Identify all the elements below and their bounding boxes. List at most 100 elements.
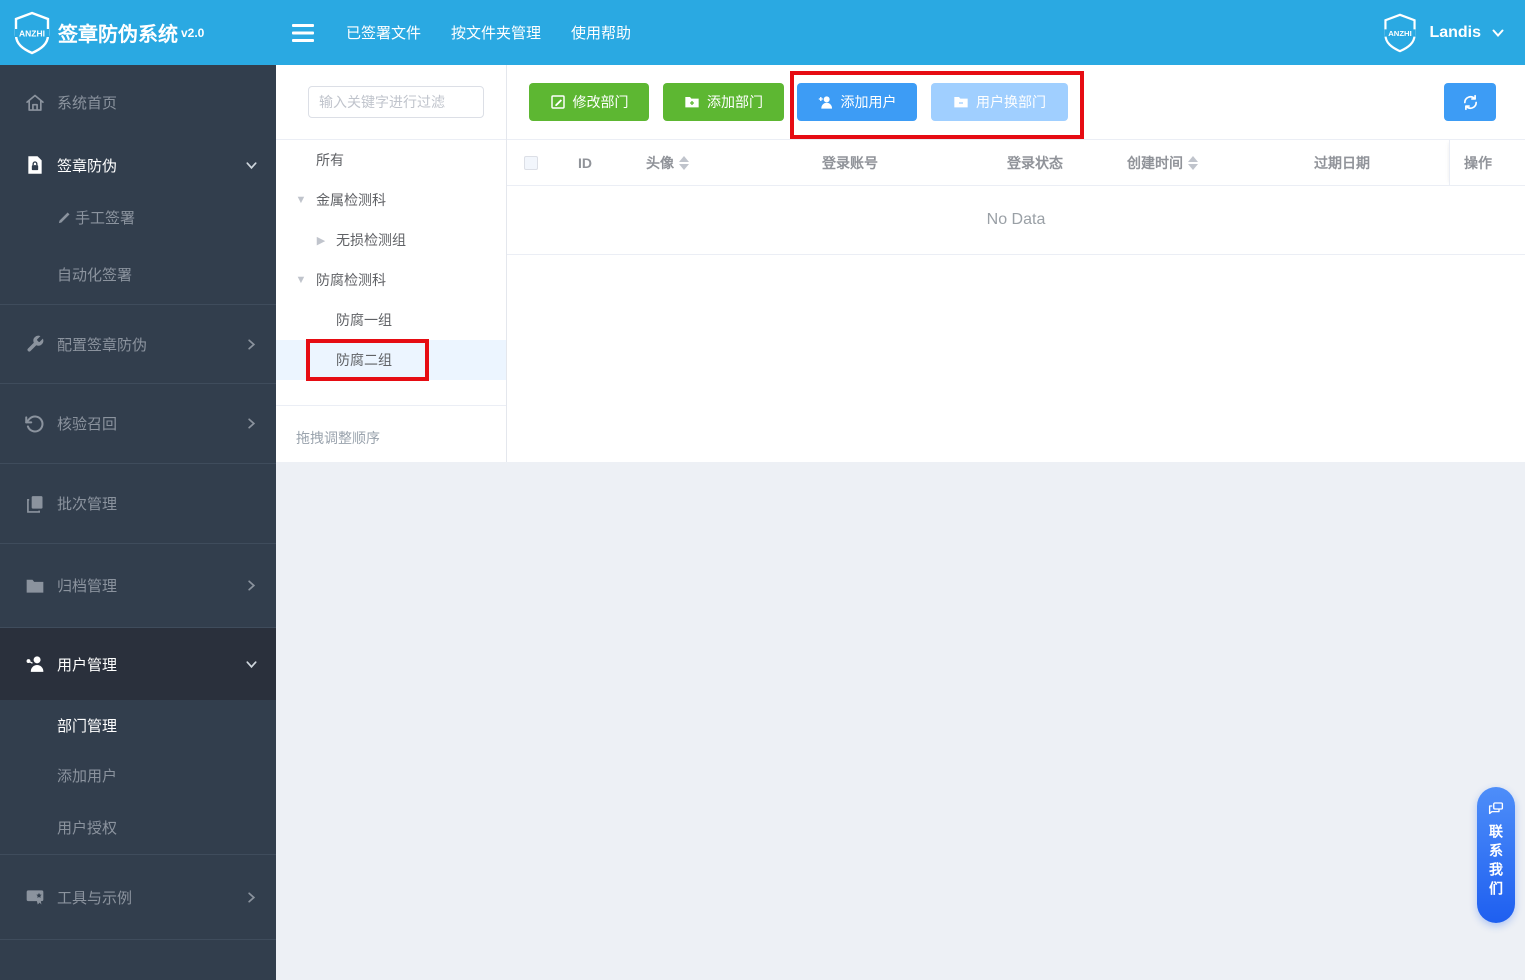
tree-node-label: 防腐检测科	[316, 272, 386, 288]
tree-node-all[interactable]: 所有	[276, 140, 506, 180]
undo-icon	[25, 415, 44, 432]
refresh-button[interactable]	[1444, 83, 1496, 121]
button-label: 添加部门	[707, 94, 763, 110]
sidebar-item-verify-recall[interactable]: 核验召回	[0, 384, 276, 464]
sidebar-item-batch-management[interactable]: 批次管理	[0, 464, 276, 544]
user-menu[interactable]: ANZHI Landis	[1381, 13, 1525, 53]
sidebar-item-label: 自动化签署	[57, 266, 133, 284]
caret-expanded-icon[interactable]: ▼	[293, 194, 309, 206]
column-header-actions: 操作	[1449, 140, 1506, 185]
avatar: ANZHI	[1384, 13, 1417, 52]
add-department-button[interactable]: 添加部门	[663, 83, 784, 121]
wrench-icon	[27, 335, 44, 352]
chevron-right-icon	[248, 891, 256, 903]
sidebar-item-label: 用户管理	[57, 656, 118, 674]
badge-icon	[26, 890, 44, 905]
chat-bubble-icon	[1488, 802, 1504, 815]
department-tree-panel: 所有 ▼ 金属检测科 ▶ 无损检测组 ▼ 防腐检测科 防腐一组 防腐二组 拖拽调…	[276, 65, 507, 462]
sidebar-item-label: 工具与示例	[57, 889, 133, 907]
header-filler	[1506, 140, 1525, 185]
contact-us-button[interactable]: 联系我们	[1477, 787, 1515, 923]
sidebar-item-label: 配置签章防伪	[57, 336, 148, 354]
edit-department-button[interactable]: 修改部门	[529, 83, 649, 121]
sidebar-item-tools-examples[interactable]: 工具与示例	[0, 855, 276, 940]
column-header-avatar[interactable]: 头像	[615, 140, 720, 185]
tree-node-ndt-group[interactable]: ▶ 无损检测组	[276, 220, 506, 260]
tree-node-anticorrosion-group1[interactable]: 防腐一组	[276, 300, 506, 340]
button-label: 修改部门	[572, 94, 629, 110]
sidebar-item-label: 批次管理	[57, 496, 118, 513]
chevron-down-icon	[1492, 29, 1504, 37]
tree-node-label: 防腐一组	[336, 312, 392, 328]
home-icon	[26, 94, 44, 111]
column-label: 登录账号	[822, 154, 878, 171]
brand-shield-icon: ANZHI	[14, 11, 50, 54]
hamburger-menu-icon[interactable]	[292, 23, 314, 42]
contact-us-label: 联系我们	[1488, 824, 1504, 900]
column-header-id: ID	[555, 140, 615, 185]
column-header-expire-date: 过期日期	[1235, 140, 1449, 185]
sidebar-item-department-management[interactable]: 部门管理	[0, 700, 276, 750]
column-label: ID	[578, 154, 592, 171]
tree-node-metal-dept[interactable]: ▼ 金属检测科	[276, 180, 506, 220]
sort-caret-icon[interactable]	[1188, 155, 1198, 170]
sidebar-item-label: 签章防伪	[57, 157, 118, 175]
column-header-login-status: 登录状态	[980, 140, 1090, 185]
sort-caret-icon[interactable]	[679, 155, 689, 170]
sidebar-item-label: 添加用户	[57, 767, 118, 785]
sidebar-item-label: 系统首页	[57, 95, 118, 112]
app-version: v2.0	[181, 25, 205, 40]
chevron-right-icon	[248, 418, 256, 429]
column-label: 头像	[646, 154, 674, 171]
sidebar-item-label: 手工签署	[75, 209, 136, 227]
folder-icon	[26, 579, 44, 593]
no-data-text: No Data	[986, 211, 1046, 228]
tree-node-label: 所有	[316, 152, 344, 168]
sidebar-item-label: 归档管理	[57, 578, 118, 595]
column-label: 创建时间	[1127, 154, 1183, 171]
select-all-checkbox[interactable]	[524, 155, 538, 170]
sidebar-item-archive-management[interactable]: 归档管理	[0, 544, 276, 628]
sidebar-item-user-authorization[interactable]: 用户授权	[0, 800, 276, 855]
nav-folder-management[interactable]: 按文件夹管理	[451, 22, 541, 43]
column-header-created-time[interactable]: 创建时间	[1090, 140, 1235, 185]
top-nav: 已签署文件 按文件夹管理 使用帮助	[346, 22, 631, 43]
sidebar-item-config-antifake[interactable]: 配置签章防伪	[0, 305, 276, 384]
sidebar-item-label: 核验召回	[57, 416, 118, 433]
column-label: 过期日期	[1314, 154, 1370, 171]
caret-collapsed-icon[interactable]: ▶	[313, 234, 329, 247]
sidebar-item-user-management[interactable]: 用户管理	[0, 628, 276, 700]
chevron-down-icon	[246, 660, 257, 668]
svg-text:ANZHI: ANZHI	[1389, 29, 1413, 38]
document-lock-icon	[28, 156, 42, 174]
sidebar-item-auto-sign[interactable]: 自动化签署	[0, 244, 276, 305]
column-label: 操作	[1464, 154, 1492, 171]
tree-filter-input[interactable]	[308, 86, 484, 118]
column-header-account: 登录账号	[720, 140, 980, 185]
chevron-right-icon	[248, 580, 256, 591]
edit-square-icon	[550, 95, 565, 109]
sidebar-item-seal-antifake[interactable]: 签章防伪	[0, 140, 276, 190]
chevron-down-icon	[246, 161, 257, 169]
annotation-box-selected-group	[306, 339, 429, 381]
user-key-icon	[26, 656, 44, 672]
topbar: ANZHI 签章防伪系统 v2.0 已签署文件 按文件夹管理 使用帮助 ANZH…	[0, 0, 1525, 65]
tree-node-anticorrosion-dept[interactable]: ▼ 防腐检测科	[276, 260, 506, 300]
nav-help[interactable]: 使用帮助	[571, 22, 631, 43]
annotation-box-user-buttons	[790, 71, 1084, 139]
sidebar: 系统首页 签章防伪 手工签署 自动化签署 配置签章防伪 核验召回 批次管理 归档…	[0, 65, 276, 980]
sidebar-item-add-user[interactable]: 添加用户	[0, 750, 276, 800]
nav-signed-files[interactable]: 已签署文件	[346, 22, 421, 43]
chevron-right-icon	[248, 338, 256, 350]
sidebar-item-home[interactable]: 系统首页	[0, 65, 276, 140]
copy-pages-icon	[27, 495, 43, 513]
app-title: 签章防伪系统	[58, 24, 178, 46]
caret-expanded-icon[interactable]: ▼	[293, 274, 309, 286]
folder-plus-icon	[685, 97, 699, 108]
tree-node-label: 无损检测组	[336, 232, 406, 248]
tree-filter-area	[276, 65, 506, 140]
tree-node-label: 金属检测科	[316, 192, 386, 208]
select-all-cell	[507, 140, 555, 185]
brand-text: ANZHI	[19, 28, 45, 38]
sidebar-item-manual-sign[interactable]: 手工签署	[0, 190, 276, 244]
